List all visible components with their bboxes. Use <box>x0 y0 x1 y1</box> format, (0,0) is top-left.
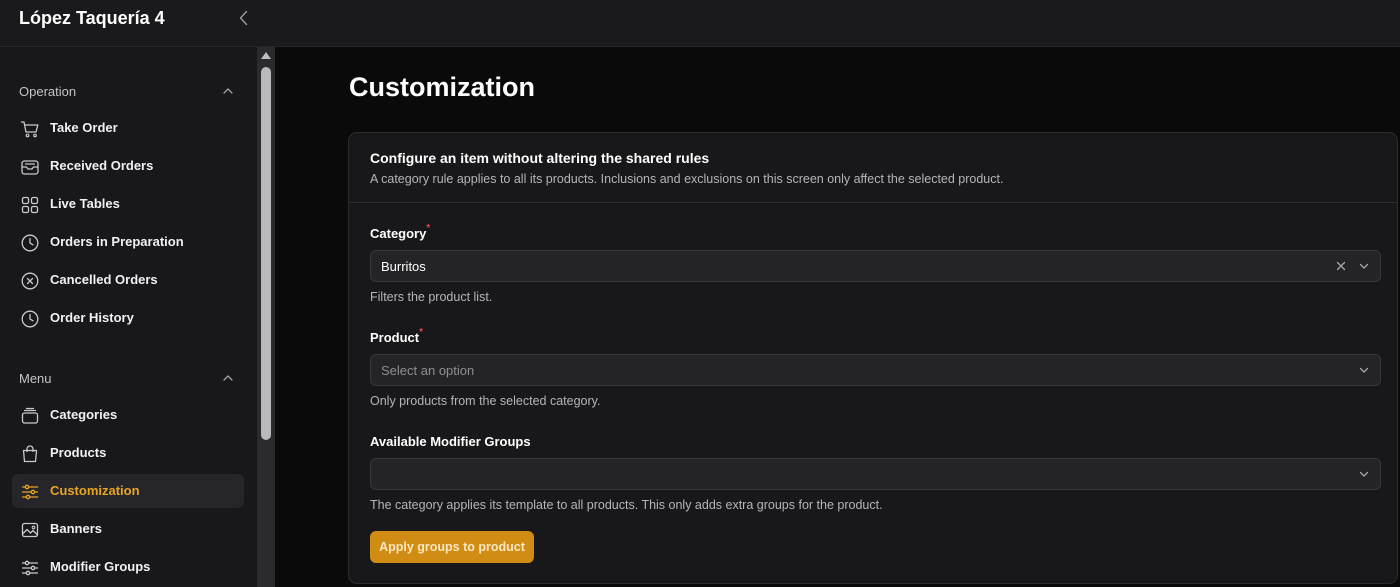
sidebar-item-orders-in-preparation[interactable]: Orders in Preparation <box>12 225 244 259</box>
circle-x-icon <box>21 272 39 290</box>
section-operation[interactable]: Operation <box>19 82 239 102</box>
sidebar-item-live-tables[interactable]: Live Tables <box>12 187 244 221</box>
sidebar-item-products[interactable]: Products <box>12 436 244 470</box>
sidebar-item-received-orders[interactable]: Received Orders <box>12 149 244 183</box>
sidebar-item-label: Live Tables <box>50 196 120 211</box>
sidebar-item-label: Take Order <box>50 120 118 135</box>
sidebar-item-label: Cancelled Orders <box>50 272 158 287</box>
category-select-value: Burritos <box>381 259 426 274</box>
image-icon <box>21 522 39 538</box>
modifier-groups-help: The category applies its template to all… <box>370 498 883 512</box>
chevron-down-icon[interactable] <box>1357 363 1371 377</box>
main-content: Customization Configure an item without … <box>275 47 1400 587</box>
sidebar-item-banners[interactable]: Banners <box>12 512 244 546</box>
sliders-icon <box>21 484 39 500</box>
sidebar-item-label: Products <box>50 445 107 460</box>
sidebar-item-label: Modifier Groups <box>50 559 151 574</box>
chevron-up-icon <box>223 375 233 381</box>
section-label: Menu <box>19 371 52 386</box>
sidebar-item-order-history[interactable]: Order History <box>12 301 244 335</box>
category-label-text: Category <box>370 226 427 241</box>
category-select[interactable]: Burritos <box>370 250 1381 282</box>
section-label: Operation <box>19 84 77 99</box>
card-title: Configure an item without altering the s… <box>370 150 710 166</box>
required-marker: * <box>419 327 424 338</box>
product-label: Product* <box>370 327 424 345</box>
sidebar-item-label: Banners <box>50 521 103 536</box>
chevron-left-icon <box>239 10 248 26</box>
required-marker: * <box>426 223 431 234</box>
clock-icon <box>21 234 39 252</box>
product-label-text: Product <box>370 330 420 345</box>
app-title: López Taquería 4 <box>19 8 165 28</box>
section-menu[interactable]: Menu <box>19 369 239 389</box>
sidebar-item-label: Customization <box>50 483 140 498</box>
sidebar-item-customization[interactable]: Customization <box>12 474 244 508</box>
layers-icon <box>21 407 39 424</box>
chevron-down-icon[interactable] <box>1357 259 1371 273</box>
clear-icon[interactable] <box>1334 259 1348 273</box>
product-select[interactable]: Select an option <box>370 354 1381 386</box>
customization-card: Configure an item without altering the s… <box>348 132 1398 584</box>
scrollbar-thumb[interactable] <box>261 67 271 440</box>
sidebar-item-label: Orders in Preparation <box>50 234 184 249</box>
apply-groups-button[interactable]: Apply groups to product <box>370 531 534 563</box>
product-select-placeholder: Select an option <box>381 363 475 378</box>
modifier-groups-label: Available Modifier Groups <box>370 434 531 449</box>
sidebar-item-take-order[interactable]: Take Order <box>12 111 244 145</box>
sidebar-item-categories[interactable]: Categories <box>12 398 244 432</box>
shopping-bag-icon <box>22 445 38 463</box>
top-bar: López Taquería 4 <box>0 0 1400 47</box>
sliders-icon <box>21 560 39 576</box>
clock-icon <box>21 310 39 328</box>
collapse-sidebar-button[interactable] <box>234 8 254 28</box>
inbox-icon <box>21 160 39 175</box>
sidebar-item-label: Categories <box>50 407 118 422</box>
sidebar-item-cancelled-orders[interactable]: Cancelled Orders <box>12 263 244 297</box>
category-help: Filters the product list. <box>370 290 493 304</box>
modifier-groups-select[interactable] <box>370 458 1381 490</box>
card-header: Configure an item without altering the s… <box>349 133 1397 203</box>
category-label: Category* <box>370 223 431 241</box>
sidebar-item-modifier-groups[interactable]: Modifier Groups <box>12 550 244 584</box>
page-title: Customization <box>349 72 535 102</box>
card-description: A category rule applies to all its produ… <box>370 172 1004 186</box>
sidebar-item-label: Order History <box>50 310 134 325</box>
sidebar-item-label: Received Orders <box>50 158 154 173</box>
sidebar: Operation Take Order Received Orders Liv… <box>0 47 257 587</box>
scroll-up-arrow-icon[interactable] <box>261 52 271 59</box>
sidebar-scrollbar[interactable] <box>257 47 275 587</box>
product-help: Only products from the selected category… <box>370 394 601 408</box>
chevron-down-icon[interactable] <box>1357 467 1371 481</box>
grid-icon <box>21 196 39 214</box>
cart-icon <box>20 121 39 138</box>
chevron-up-icon <box>223 88 233 94</box>
modifier-groups-label-text: Available Modifier Groups <box>370 434 531 449</box>
